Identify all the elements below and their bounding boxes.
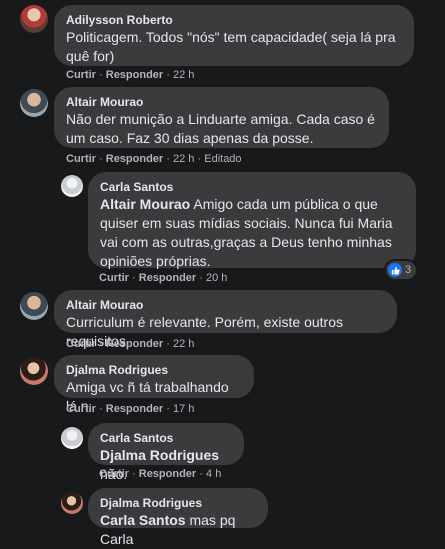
like-button[interactable]: Curtir [66, 69, 96, 81]
separator: · [166, 69, 170, 81]
comment-actions: Curtir · Responder · 17 h [66, 403, 194, 415]
separator: · [132, 468, 136, 480]
comment-text: Não der munição a Linduarte amiga. Cada … [66, 111, 375, 146]
separator: · [99, 69, 103, 81]
reply-button[interactable]: Responder [106, 338, 163, 350]
like-button[interactable]: Curtir [66, 338, 96, 350]
separator: · [99, 153, 103, 165]
comment-text: Politicagem. Todos "nós" tem capacidade(… [66, 29, 396, 64]
timestamp[interactable]: 22 h [173, 338, 194, 350]
timestamp[interactable]: 22 h [173, 69, 194, 81]
comment-author[interactable]: Altair Mourao [66, 95, 377, 110]
comment-author[interactable]: Carla Santos [100, 431, 232, 446]
comment-bubble: Djalma Rodrigues Amiga vc ñ tá trabalhan… [54, 355, 254, 414]
reply-button[interactable]: Responder [139, 468, 196, 480]
separator: · [99, 338, 103, 350]
like-button[interactable]: Curtir [66, 153, 96, 165]
timestamp[interactable]: 22 h [173, 153, 194, 165]
avatar[interactable] [61, 175, 83, 197]
comment-actions: Curtir · Responder · 22 h · Editado [66, 153, 242, 165]
separator: · [166, 403, 170, 415]
mention-link[interactable]: Carla Santos [100, 512, 186, 528]
comment-author[interactable]: Djalma Rodrigues [100, 496, 256, 511]
comment-bubble: Djalma Rodrigues Carla Santos mas pq Car… [88, 488, 268, 547]
comment-actions: Curtir · Responder · 4 h [99, 468, 221, 480]
mention-link[interactable]: Djalma Rodrigues [100, 447, 219, 463]
like-button[interactable]: Curtir [66, 403, 96, 415]
avatar[interactable] [61, 427, 83, 449]
avatar[interactable] [20, 5, 48, 33]
reaction-count: 3 [405, 264, 412, 276]
reply-button[interactable]: Responder [106, 69, 163, 81]
avatar[interactable] [20, 357, 48, 385]
comment-text: Altair Mourao Amigo cada um pública o qu… [100, 195, 404, 271]
comment-bubble: Altair Mourao Não der munição a Linduart… [54, 87, 389, 148]
thumbs-up-icon [388, 263, 402, 277]
comment-bubble: Adilysson Roberto Politicagem. Todos "nó… [54, 5, 414, 66]
comment-bubble: Carla Santos Altair Mourao Amigo cada um… [88, 172, 416, 271]
separator: · [166, 153, 170, 165]
separator: · [199, 468, 203, 480]
avatar[interactable] [20, 89, 48, 117]
comment-actions: Curtir · Responder · 22 h [66, 69, 194, 81]
comment-actions: Curtir · Responder · 22 h [66, 338, 194, 350]
separator: · [99, 403, 103, 415]
avatar[interactable] [61, 492, 83, 514]
comment-author[interactable]: Djalma Rodrigues [66, 363, 242, 378]
reply-button[interactable]: Responder [106, 153, 163, 165]
comment-text: Carla Santos mas pq Carla [100, 511, 256, 549]
separator: · [166, 338, 170, 350]
like-button[interactable]: Curtir [99, 468, 129, 480]
comment-author[interactable]: Carla Santos [100, 180, 404, 195]
mention-link[interactable]: Altair Mourao [100, 196, 190, 212]
edited-label: Editado [204, 153, 242, 165]
timestamp[interactable]: 17 h [173, 403, 194, 415]
reply-button[interactable]: Responder [139, 272, 196, 284]
separator: · [197, 153, 202, 165]
timestamp[interactable]: 20 h [206, 272, 227, 284]
timestamp[interactable]: 4 h [206, 468, 221, 480]
comment-bubble: Carla Santos Djalma Rodrigues não. [88, 423, 244, 482]
avatar[interactable] [20, 292, 48, 320]
separator: · [199, 272, 203, 284]
comment-actions: Curtir · Responder · 20 h [99, 272, 227, 284]
separator: · [132, 272, 136, 284]
like-button[interactable]: Curtir [99, 272, 129, 284]
reaction-badge[interactable]: 3 [386, 261, 417, 279]
reply-button[interactable]: Responder [106, 403, 163, 415]
comment-bubble: Altair Mourao Curriculum é relevante. Po… [54, 290, 397, 349]
comment-author[interactable]: Adilysson Roberto [66, 13, 402, 28]
comment-author[interactable]: Altair Mourao [66, 298, 385, 313]
